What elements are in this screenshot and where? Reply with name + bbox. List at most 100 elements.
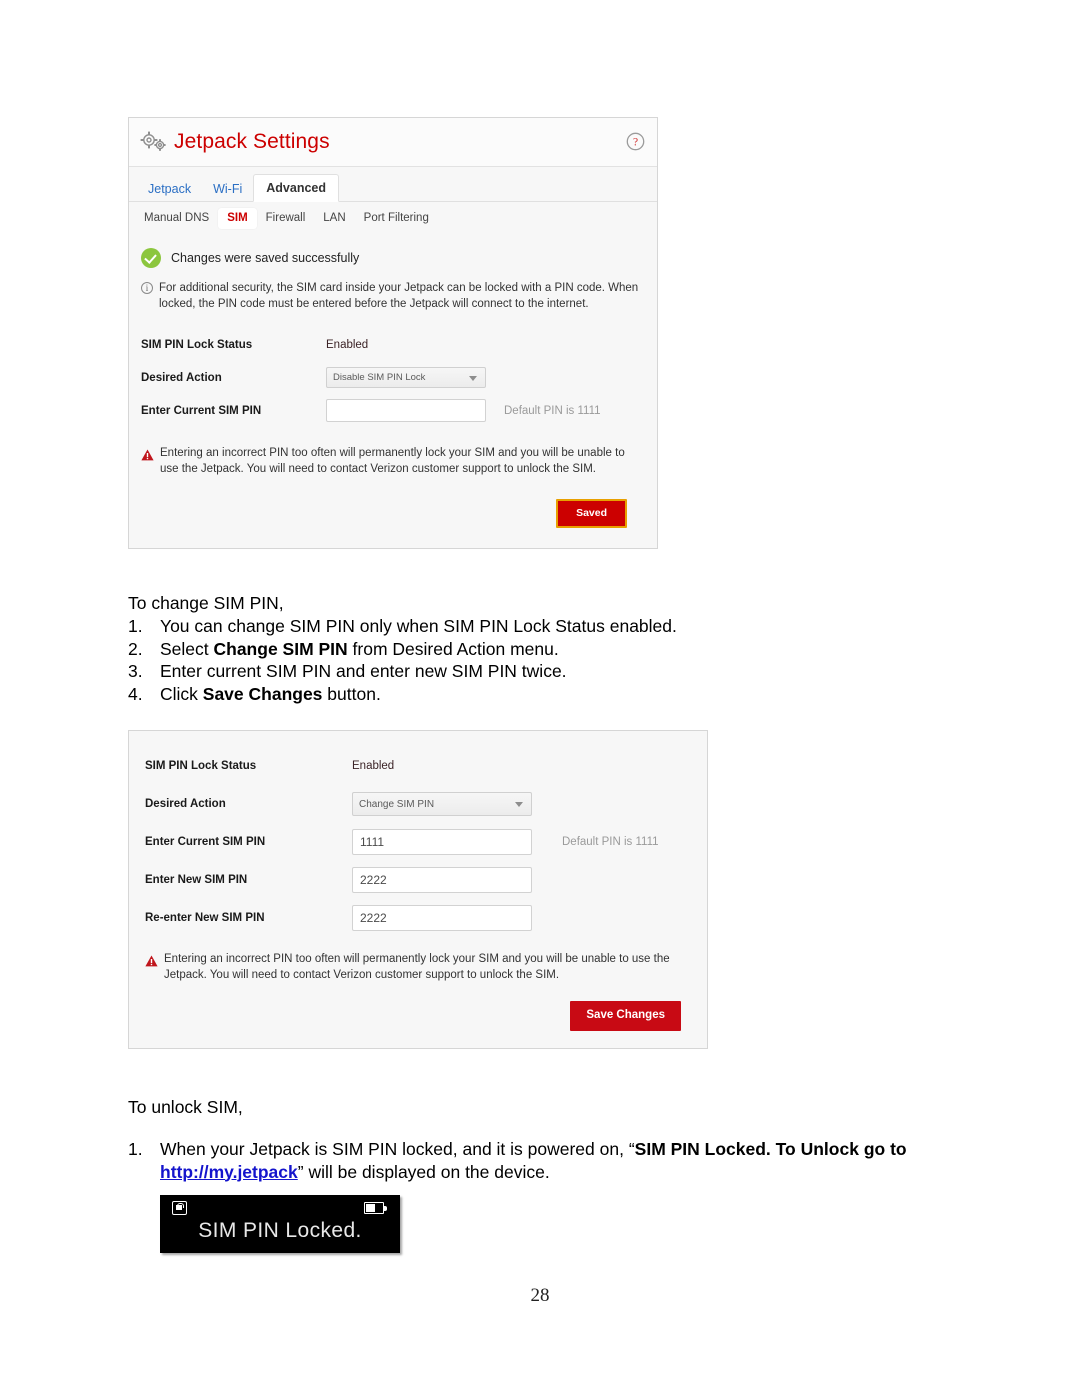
step-4-bold: Save Changes bbox=[202, 683, 323, 704]
device-message: SIM PIN Locked. bbox=[198, 1219, 362, 1242]
panel-one-actions: Saved bbox=[129, 477, 657, 528]
list-item: 1. You can change SIM PIN only when SIM … bbox=[128, 615, 677, 638]
list-item-text: Click Save Changes button. bbox=[160, 683, 677, 706]
reenter-sim-pin-input[interactable]: 2222 bbox=[352, 905, 532, 931]
page-title: Jetpack Settings bbox=[174, 130, 330, 153]
list-item-text: When your Jetpack is SIM PIN locked, and… bbox=[160, 1138, 972, 1183]
sim-form: SIM PIN Lock Status Enabled Desired Acti… bbox=[129, 312, 657, 425]
jetpack-settings-panel: Jetpack Settings ? Jetpack Wi-Fi Advance… bbox=[128, 117, 658, 549]
lock-icon bbox=[172, 1201, 187, 1215]
chevron-down-icon bbox=[469, 376, 477, 381]
device-display-screen: SIM PIN Locked. bbox=[160, 1195, 400, 1253]
tab-jetpack[interactable]: Jetpack bbox=[137, 176, 202, 203]
help-question-icon[interactable]: ? bbox=[626, 132, 645, 151]
label-desired-action: Desired Action bbox=[145, 798, 226, 810]
success-message: Changes were saved successfully bbox=[171, 251, 360, 265]
info-banner: i For additional security, the SIM card … bbox=[129, 270, 657, 312]
svg-text:?: ? bbox=[633, 137, 638, 149]
unlock-steps: 1. When your Jetpack is SIM PIN locked, … bbox=[128, 1138, 972, 1183]
warning-triangle-icon bbox=[141, 448, 154, 461]
row-enter-current-sim-pin: Enter Current SIM PIN 1111 Default PIN i… bbox=[145, 823, 707, 861]
value-sim-pin-lock-status: Enabled bbox=[326, 338, 369, 351]
list-item: 3. Enter current SIM PIN and enter new S… bbox=[128, 660, 677, 683]
saved-button[interactable]: Saved bbox=[556, 499, 627, 528]
label-enter-new-sim-pin: Enter New SIM PIN bbox=[145, 874, 248, 886]
label-desired-action: Desired Action bbox=[141, 371, 222, 384]
unlock-line2-post: ” will be displayed on the device. bbox=[297, 1161, 550, 1182]
default-pin-hint: Default PIN is 1111 bbox=[562, 836, 659, 848]
step-4-pre: Click bbox=[160, 683, 203, 704]
current-sim-pin-input[interactable]: 1111 bbox=[352, 829, 532, 855]
unlock-line1-pre: When your Jetpack is SIM PIN locked, and… bbox=[160, 1139, 635, 1159]
warning-banner: Entering an incorrect PIN too often will… bbox=[129, 937, 707, 983]
row-enter-current-sim-pin: Enter Current SIM PIN Default PIN is 111… bbox=[141, 396, 657, 425]
list-item-text: You can change SIM PIN only when SIM PIN… bbox=[160, 615, 677, 638]
list-item-number: 2. bbox=[128, 638, 143, 659]
change-pin-steps: 1. You can change SIM PIN only when SIM … bbox=[128, 615, 677, 705]
row-sim-pin-lock-status: SIM PIN Lock Status Enabled bbox=[141, 330, 657, 359]
tab-wifi[interactable]: Wi-Fi bbox=[202, 176, 253, 203]
row-desired-action: Desired Action Disable SIM PIN Lock bbox=[141, 363, 657, 392]
label-sim-pin-lock-status: SIM PIN Lock Status bbox=[145, 760, 257, 772]
label-enter-current-sim-pin: Enter Current SIM PIN bbox=[141, 404, 262, 417]
step-2-bold: Change SIM PIN bbox=[213, 638, 348, 659]
success-banner: Changes were saved successfully bbox=[129, 235, 657, 270]
step-3-text: Enter current SIM PIN and enter new SIM … bbox=[160, 661, 567, 681]
row-sim-pin-lock-status: SIM PIN Lock Status Enabled bbox=[145, 747, 707, 785]
list-item-number: 3. bbox=[128, 661, 143, 681]
desired-action-value: Disable SIM PIN Lock bbox=[333, 372, 426, 383]
primary-tabs: Jetpack Wi-Fi Advanced bbox=[129, 167, 657, 202]
list-item: 2. Select Change SIM PIN from Desired Ac… bbox=[128, 638, 677, 661]
warning-triangle-icon bbox=[145, 954, 158, 967]
page-number: 28 bbox=[530, 1285, 550, 1306]
list-item: 1. When your Jetpack is SIM PIN locked, … bbox=[128, 1138, 972, 1183]
change-pin-form: SIM PIN Lock Status Enabled Desired Acti… bbox=[129, 731, 707, 937]
chevron-down-icon bbox=[515, 802, 523, 807]
unlock-line1-bold: SIM PIN Locked. To Unlock bbox=[634, 1139, 859, 1159]
value-sim-pin-lock-status: Enabled bbox=[352, 760, 395, 772]
label-enter-current-sim-pin: Enter Current SIM PIN bbox=[145, 836, 266, 848]
desired-action-value: Change SIM PIN bbox=[359, 798, 435, 810]
tab-advanced[interactable]: Advanced bbox=[253, 173, 339, 202]
desired-action-select[interactable]: Change SIM PIN bbox=[352, 792, 532, 816]
subtab-port-filtering[interactable]: Port Filtering bbox=[355, 209, 438, 229]
subtab-lan[interactable]: LAN bbox=[314, 209, 354, 229]
label-reenter-new-sim-pin: Re-enter New SIM PIN bbox=[145, 912, 265, 924]
list-item-text: Select Change SIM PIN from Desired Actio… bbox=[160, 638, 677, 661]
step-4-post: button. bbox=[322, 683, 381, 704]
my-jetpack-link[interactable]: http://my.jetpack bbox=[160, 1162, 298, 1182]
label-sim-pin-lock-status: SIM PIN Lock Status bbox=[141, 338, 253, 351]
new-sim-pin-input[interactable]: 2222 bbox=[352, 867, 532, 893]
save-changes-button[interactable]: Save Changes bbox=[570, 1001, 681, 1031]
change-pin-intro: To change SIM PIN, bbox=[128, 593, 284, 613]
row-enter-new-sim-pin: Enter New SIM PIN 2222 bbox=[145, 861, 707, 899]
subtab-sim[interactable]: SIM bbox=[218, 207, 257, 230]
step-2-post: from Desired Action menu. bbox=[347, 638, 559, 659]
step-1-text: You can change SIM PIN only when SIM PIN… bbox=[160, 616, 677, 636]
row-reenter-new-sim-pin: Re-enter New SIM PIN 2222 bbox=[145, 899, 707, 937]
step-2-pre: Select bbox=[160, 638, 214, 659]
subtab-firewall[interactable]: Firewall bbox=[257, 209, 315, 229]
warning-message: Entering an incorrect PIN too often will… bbox=[164, 953, 670, 981]
panel-two-actions: Save Changes bbox=[129, 983, 707, 1031]
gears-icon bbox=[139, 130, 169, 154]
list-item: 4. Click Save Changes button. bbox=[128, 683, 677, 706]
list-item-number: 4. bbox=[128, 683, 143, 704]
row-desired-action: Desired Action Change SIM PIN bbox=[145, 785, 707, 823]
current-sim-pin-input[interactable] bbox=[326, 399, 486, 422]
list-item-text: Enter current SIM PIN and enter new SIM … bbox=[160, 660, 677, 683]
device-status-bar bbox=[160, 1201, 400, 1216]
default-pin-hint: Default PIN is 1111 bbox=[504, 404, 601, 417]
battery-icon bbox=[364, 1202, 387, 1214]
info-message: For additional security, the SIM card in… bbox=[159, 282, 639, 310]
info-icon: i bbox=[141, 282, 153, 294]
list-item-number: 1. bbox=[128, 616, 143, 636]
subtab-manual-dns[interactable]: Manual DNS bbox=[135, 209, 218, 229]
change-sim-pin-panel: SIM PIN Lock Status Enabled Desired Acti… bbox=[128, 730, 708, 1049]
warning-message: Entering an incorrect PIN too often will… bbox=[160, 447, 625, 475]
unlock-intro: To unlock SIM, bbox=[128, 1097, 243, 1117]
panel-header: Jetpack Settings ? bbox=[129, 118, 657, 167]
list-item-number: 1. bbox=[128, 1139, 143, 1159]
desired-action-select[interactable]: Disable SIM PIN Lock bbox=[326, 367, 486, 388]
unlock-line2-bold: go to bbox=[863, 1139, 907, 1159]
